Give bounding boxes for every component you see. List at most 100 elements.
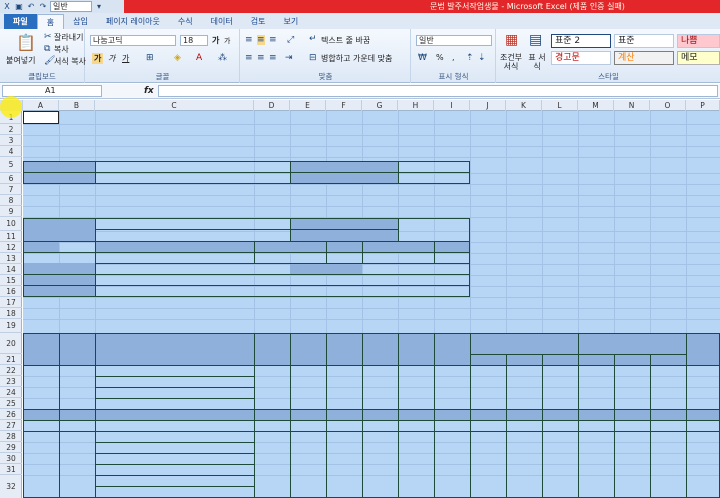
font-color-icon[interactable]: A — [196, 53, 202, 63]
row-header[interactable]: 11 — [0, 231, 22, 242]
row-header[interactable]: 19 — [0, 319, 22, 333]
tab-page-layout[interactable]: 페이지 레이아웃 — [97, 14, 169, 29]
copy-icon[interactable]: ⧉ — [44, 44, 50, 54]
phonetic-icon[interactable]: ⁂ — [218, 53, 227, 63]
col-header-d[interactable]: D — [254, 100, 290, 111]
tab-formulas[interactable]: 수식 — [169, 14, 202, 29]
wrap-text-icon[interactable]: ↵ — [309, 34, 317, 44]
row-header[interactable]: 14 — [0, 264, 22, 275]
style-normal-2[interactable]: 표준 2 — [551, 34, 611, 48]
conditional-format-icon[interactable]: ▦ — [505, 32, 518, 48]
style-calculation[interactable]: 계산 — [614, 51, 674, 65]
cut-icon[interactable]: ✂ — [44, 32, 52, 42]
comma-button[interactable]: , — [452, 53, 455, 62]
col-header-b[interactable]: B — [59, 100, 95, 111]
style-bad[interactable]: 나쁨 — [677, 34, 720, 48]
align-top-icon[interactable]: ≡ — [245, 35, 253, 45]
row-header[interactable]: 18 — [0, 308, 22, 319]
row-header[interactable]: 20 — [0, 333, 22, 354]
undo-icon[interactable]: ↶ — [26, 2, 36, 12]
row-header[interactable]: 27 — [0, 420, 22, 431]
align-right-icon[interactable]: ≡ — [269, 53, 277, 63]
orientation-icon[interactable]: ⤢ — [287, 35, 294, 45]
row-header[interactable]: 17 — [0, 297, 22, 308]
col-header-g[interactable]: G — [362, 100, 398, 111]
row-header[interactable]: 30 — [0, 453, 22, 464]
tab-data[interactable]: 데이터 — [202, 14, 242, 29]
merge-center-button[interactable]: 병합하고 가운데 맞춤 — [321, 53, 392, 64]
col-header-i[interactable]: I — [434, 100, 470, 111]
row-header[interactable]: 2 — [0, 124, 22, 135]
row-header[interactable]: 15 — [0, 275, 22, 286]
font-name-select[interactable]: 나눔고딕 — [90, 35, 176, 46]
align-middle-icon[interactable]: ≡ — [257, 35, 265, 45]
row-header[interactable]: 28 — [0, 431, 22, 442]
order-table[interactable] — [23, 333, 720, 498]
row-header[interactable]: 26 — [0, 409, 22, 420]
col-header-f[interactable]: F — [326, 100, 362, 111]
row-header[interactable]: 9 — [0, 206, 22, 217]
row-header[interactable]: 6 — [0, 173, 22, 184]
table-format-icon[interactable]: ▤ — [529, 32, 542, 48]
save-icon[interactable]: ▣ — [14, 2, 24, 12]
conditional-format-button[interactable]: 조건부 서식 — [499, 53, 523, 71]
row-header[interactable]: 23 — [0, 376, 22, 387]
col-header-j[interactable]: J — [470, 100, 506, 111]
style-normal[interactable]: 표준 — [614, 34, 674, 48]
row-header[interactable]: 25 — [0, 398, 22, 409]
font-size-select[interactable]: 18 — [180, 35, 208, 46]
style-warning[interactable]: 경고문 — [551, 51, 611, 65]
style-note[interactable]: 메모 — [677, 51, 720, 65]
underline-button[interactable]: 가 — [122, 53, 129, 64]
align-left-icon[interactable]: ≡ — [245, 53, 253, 63]
row-header[interactable]: 10 — [0, 217, 22, 231]
grow-font-button[interactable]: 가 — [212, 35, 219, 46]
format-painter-button[interactable]: 서식 복사 — [54, 56, 86, 67]
table-format-button[interactable]: 표 서식 — [527, 53, 547, 71]
shrink-font-button[interactable]: 가 — [224, 36, 230, 46]
row-header[interactable]: 31 — [0, 464, 22, 475]
row-header[interactable]: 4 — [0, 146, 22, 157]
row-header[interactable]: 13 — [0, 253, 22, 264]
tab-file[interactable]: 파일 — [4, 14, 37, 29]
copy-button[interactable]: 복사 — [54, 44, 69, 55]
col-header-p[interactable]: P — [686, 100, 720, 111]
worksheet-grid[interactable] — [23, 111, 720, 498]
row-header[interactable]: 8 — [0, 195, 22, 206]
col-header-a[interactable]: A — [23, 100, 59, 111]
col-header-k[interactable]: K — [506, 100, 542, 111]
indent-icon[interactable]: ⇥ — [285, 53, 293, 63]
col-header-n[interactable]: N — [614, 100, 650, 111]
row-header[interactable]: 32 — [0, 475, 22, 498]
active-cell-a1[interactable] — [23, 111, 59, 124]
col-header-m[interactable]: M — [578, 100, 614, 111]
align-center-icon[interactable]: ≡ — [257, 53, 265, 63]
tab-view[interactable]: 보기 — [274, 14, 307, 29]
align-bottom-icon[interactable]: ≡ — [269, 35, 277, 45]
row-header[interactable]: 22 — [0, 365, 22, 376]
percent-button[interactable]: % — [436, 53, 444, 62]
row-header[interactable]: 24 — [0, 387, 22, 398]
col-header-e[interactable]: E — [290, 100, 326, 111]
paste-button[interactable]: 붙여넣기 — [6, 55, 35, 66]
col-header-l[interactable]: L — [542, 100, 578, 111]
increase-decimal-icon[interactable]: ⇡ — [466, 53, 474, 63]
fill-color-icon[interactable]: ◈ — [174, 53, 181, 63]
tab-insert[interactable]: 삽입 — [64, 14, 97, 29]
row-header[interactable]: 7 — [0, 184, 22, 195]
currency-icon[interactable]: ₩ — [418, 53, 427, 63]
border-icon[interactable]: ⊞ — [146, 53, 154, 63]
customize-dropdown-icon[interactable]: ▾ — [94, 2, 104, 12]
row-header[interactable]: 5 — [0, 157, 22, 173]
row-header[interactable]: 16 — [0, 286, 22, 297]
tab-home[interactable]: 홈 — [36, 14, 65, 29]
col-header-c[interactable]: C — [95, 100, 254, 111]
decrease-decimal-icon[interactable]: ⇣ — [478, 53, 486, 63]
merge-icon[interactable]: ⊟ — [309, 53, 317, 63]
formula-input[interactable] — [158, 85, 718, 97]
tab-review[interactable]: 검토 — [242, 14, 275, 29]
insert-function-button[interactable]: fx — [144, 86, 154, 96]
paste-icon[interactable]: 📋 — [16, 33, 36, 52]
row-header[interactable]: 3 — [0, 135, 22, 146]
bold-button[interactable]: 가 — [92, 53, 104, 64]
